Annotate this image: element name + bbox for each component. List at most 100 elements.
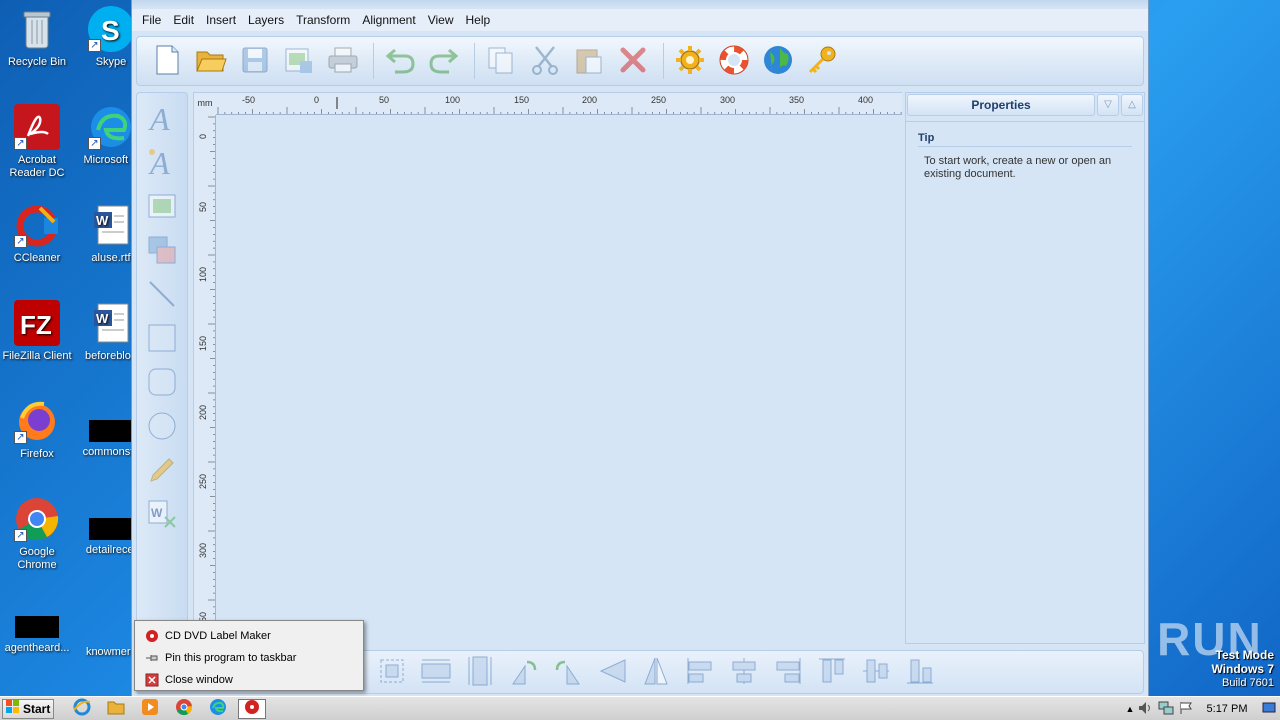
settings-icon: [675, 45, 705, 78]
save-button[interactable]: [235, 41, 275, 81]
menu-layers[interactable]: Layers: [242, 13, 290, 27]
align-left-button[interactable]: [681, 654, 719, 690]
tray-expand-button[interactable]: ▲: [1124, 699, 1136, 719]
network-icon: [1158, 701, 1174, 718]
paste-button[interactable]: [569, 41, 609, 81]
art-text-tool-button[interactable]: A: [144, 145, 180, 181]
taskbar-cd-label-maker[interactable]: [238, 698, 266, 719]
open-button[interactable]: [191, 41, 231, 81]
copy-button[interactable]: [481, 41, 521, 81]
align-middle-button[interactable]: [857, 654, 895, 690]
image-tool-icon: [147, 191, 177, 224]
media-player-icon: [141, 698, 159, 719]
show-desktop-button[interactable]: [1258, 699, 1280, 719]
center-horizontal-button[interactable]: [417, 654, 455, 690]
tip-text: To start work, create a new or open an e…: [924, 155, 1112, 180]
collage-tool-button[interactable]: [144, 233, 180, 269]
redacted-file-icon: [15, 616, 59, 638]
menu-insert[interactable]: Insert: [200, 13, 242, 27]
group-button[interactable]: [373, 654, 411, 690]
undo-icon: [385, 46, 415, 77]
drawing-area[interactable]: [216, 115, 902, 645]
clock[interactable]: 5:17 PM: [1196, 703, 1258, 715]
redo-button[interactable]: [424, 41, 464, 81]
tray-volume[interactable]: [1136, 699, 1156, 719]
print-icon: [327, 46, 359, 77]
ellipse-tool-button[interactable]: [144, 409, 180, 445]
properties-collapse-button[interactable]: △: [1121, 94, 1143, 116]
tray-action-center[interactable]: [1176, 699, 1196, 719]
chevron-up-icon: △: [1128, 99, 1136, 110]
design-canvas: mm -50 0 50 100 150 200 250 300 350 400 …: [193, 92, 902, 645]
merge-field-tool-button[interactable]: W: [144, 497, 180, 533]
menu-edit[interactable]: Edit: [167, 13, 200, 27]
desktop-icon-firefox[interactable]: ↗ Firefox: [0, 398, 74, 461]
ruler-label: 100: [445, 95, 461, 105]
print-button[interactable]: [323, 41, 363, 81]
text-tool-button[interactable]: A: [144, 101, 180, 137]
desktop-icon-agentheard[interactable]: agentheard...: [0, 604, 74, 655]
text-tool-icon: A: [147, 101, 177, 137]
test-mode-line2: Windows 7: [1211, 662, 1274, 676]
cd-label-maker-icon: [145, 629, 159, 643]
desktop-icon-acrobat[interactable]: ↗ Acrobat Reader DC: [0, 104, 74, 180]
delete-button[interactable]: [613, 41, 653, 81]
undo-button[interactable]: [380, 41, 420, 81]
line-tool-icon: [147, 279, 177, 312]
rotate-left-button[interactable]: [505, 654, 543, 690]
desktop-icon-filezilla[interactable]: FZ FileZilla Client: [0, 300, 74, 363]
start-button[interactable]: Start: [2, 698, 54, 719]
properties-dropdown-button[interactable]: ▽: [1097, 94, 1119, 116]
help-button[interactable]: [714, 41, 754, 81]
desktop-icon-label: Google Chrome: [17, 546, 57, 571]
jump-menu-pin[interactable]: Pin this program to taskbar: [135, 647, 363, 669]
key-icon: [806, 44, 838, 79]
flip-vertical-button[interactable]: [637, 654, 675, 690]
taskbar-ie[interactable]: [68, 698, 96, 719]
taskbar-explorer[interactable]: [102, 699, 130, 719]
jump-menu-close[interactable]: Close window: [135, 669, 363, 691]
align-top-icon: [817, 656, 847, 689]
rounded-rectangle-tool-button[interactable]: [144, 365, 180, 401]
tray-network[interactable]: [1156, 699, 1176, 719]
title-bar[interactable]: [132, 0, 1148, 9]
menu-view[interactable]: View: [422, 13, 460, 27]
new-button[interactable]: [147, 41, 187, 81]
speaker-icon: [1138, 701, 1154, 718]
taskbar-edge[interactable]: [204, 699, 232, 719]
align-right-button[interactable]: [769, 654, 807, 690]
align-top-button[interactable]: [813, 654, 851, 690]
toolbar-separator: [474, 43, 475, 79]
desktop-icon-chrome[interactable]: ↗ Google Chrome: [0, 496, 74, 572]
pencil-tool-button[interactable]: [144, 453, 180, 489]
image-tool-button[interactable]: [144, 189, 180, 225]
desktop-icon-label: FileZilla Client: [2, 350, 72, 362]
line-tool-button[interactable]: [144, 277, 180, 313]
register-button[interactable]: [802, 41, 842, 81]
menu-transform[interactable]: Transform: [290, 13, 356, 27]
center-vertical-button[interactable]: [461, 654, 499, 690]
desktop-icon-recycle-bin[interactable]: Recycle Bin: [0, 6, 74, 69]
align-center-button[interactable]: [725, 654, 763, 690]
website-button[interactable]: [758, 41, 798, 81]
jump-menu-open-app[interactable]: CD DVD Label Maker: [135, 625, 363, 647]
rotate-right-button[interactable]: [549, 654, 587, 690]
ruler-label: -50: [242, 95, 256, 105]
settings-button[interactable]: [670, 41, 710, 81]
delete-icon: [619, 46, 647, 77]
align-bottom-button[interactable]: [901, 654, 939, 690]
ruler-label: 0: [198, 133, 208, 139]
rectangle-tool-button[interactable]: [144, 321, 180, 357]
taskbar-chrome[interactable]: [170, 699, 198, 719]
properties-title[interactable]: Properties: [907, 94, 1095, 116]
ruler-unit: mm: [194, 93, 216, 115]
taskbar-media-player[interactable]: [136, 699, 164, 719]
cut-button[interactable]: [525, 41, 565, 81]
menu-help[interactable]: Help: [459, 13, 496, 27]
flip-horizontal-button[interactable]: [593, 654, 631, 690]
desktop-icon-ccleaner[interactable]: ↗ CCleaner: [0, 202, 74, 265]
menu-file[interactable]: File: [136, 13, 167, 27]
export-button[interactable]: [279, 41, 319, 81]
menu-alignment[interactable]: Alignment: [356, 13, 421, 27]
properties-panel: Properties ▽ △ Tip To start work, create…: [905, 92, 1145, 644]
